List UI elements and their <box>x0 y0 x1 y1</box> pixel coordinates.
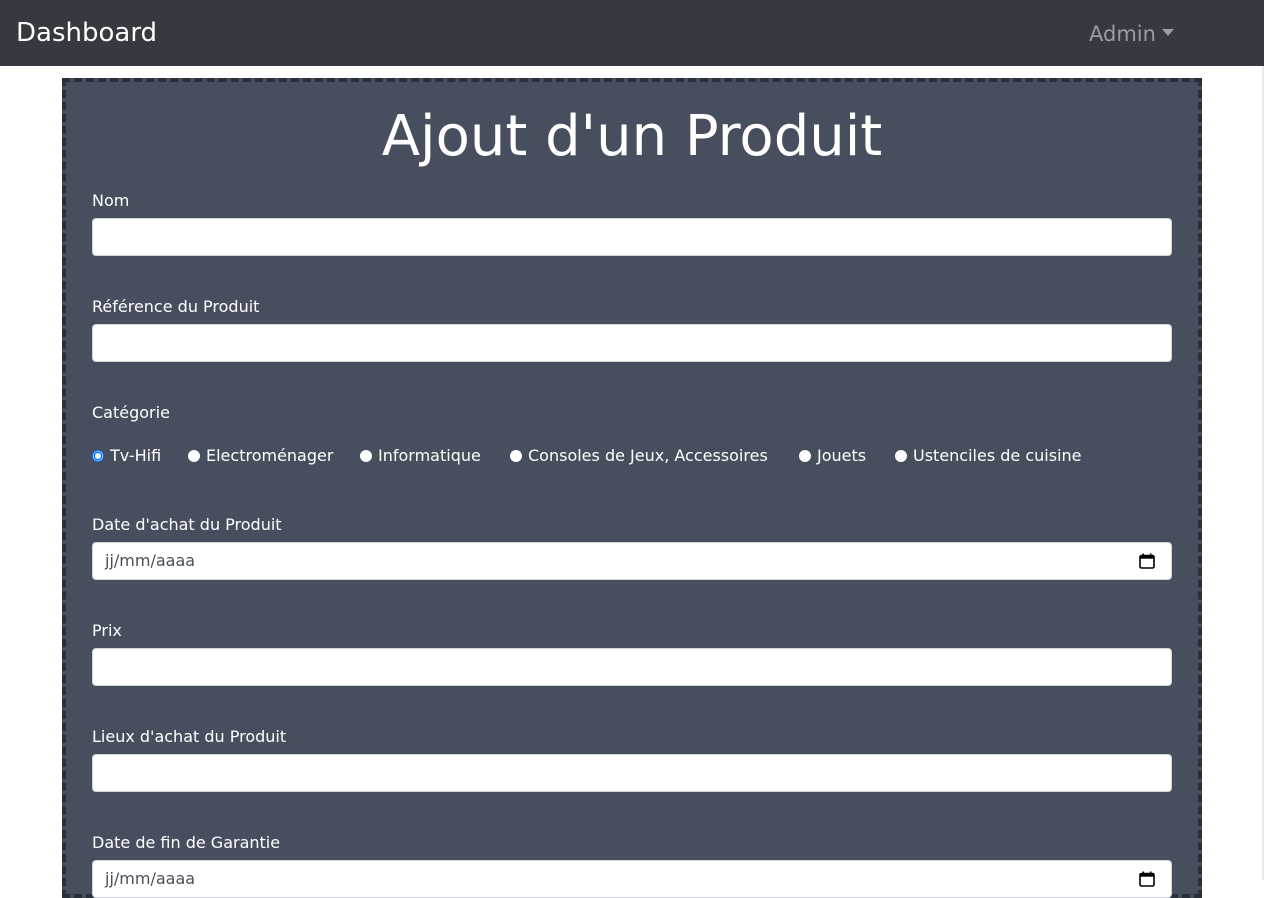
date-achat-label: Date d'achat du Produit <box>92 515 282 534</box>
date-placeholder: jj/mm/aaaa <box>105 869 196 888</box>
user-menu-label: Admin <box>1089 22 1156 46</box>
reference-label: Référence du Produit <box>92 297 260 316</box>
categorie-label: Catégorie <box>92 403 170 422</box>
lieux-achat-label: Lieux d'achat du Produit <box>92 727 287 746</box>
radio-label: Tv-Hifi <box>110 446 162 465</box>
nom-label: Nom <box>92 191 130 210</box>
reference-input[interactable] <box>92 324 1172 362</box>
user-dropdown-toggle[interactable]: Admin <box>1089 20 1174 48</box>
lieux-achat-input[interactable] <box>92 754 1172 792</box>
radio-button[interactable] <box>360 450 372 462</box>
page-title: Ajout d'un Produit <box>381 104 883 169</box>
radio-button[interactable] <box>510 450 522 462</box>
top-navbar: Dashboard Admin <box>0 0 1264 66</box>
calendar-icon[interactable] <box>1139 553 1155 569</box>
radio-button[interactable] <box>895 450 907 462</box>
prix-input[interactable] <box>92 648 1172 686</box>
radio-button-checked[interactable] <box>92 450 104 462</box>
radio-label: Consoles de Jeux, Accessoires <box>528 446 768 465</box>
date-placeholder: jj/mm/aaaa <box>105 551 196 570</box>
date-achat-input[interactable]: jj/mm/aaaa <box>92 542 1172 580</box>
radio-label: Informatique <box>378 446 481 465</box>
date-fin-garantie-label: Date de fin de Garantie <box>92 833 281 852</box>
nom-input[interactable] <box>92 218 1172 256</box>
prix-label: Prix <box>92 621 122 640</box>
radio-label: Ustenciles de cuisine <box>913 446 1082 465</box>
brand-link[interactable]: Dashboard <box>16 14 157 52</box>
product-form-panel: Ajout d'un Produit Nom Référence du Prod… <box>62 78 1202 898</box>
calendar-icon[interactable] <box>1139 871 1155 887</box>
caret-down-icon <box>1161 29 1174 36</box>
radio-label: Electroménager <box>206 446 334 465</box>
radio-label: Jouets <box>817 446 867 465</box>
date-fin-garantie-input[interactable]: jj/mm/aaaa <box>92 860 1172 898</box>
radio-button[interactable] <box>188 450 200 462</box>
radio-button[interactable] <box>799 450 811 462</box>
